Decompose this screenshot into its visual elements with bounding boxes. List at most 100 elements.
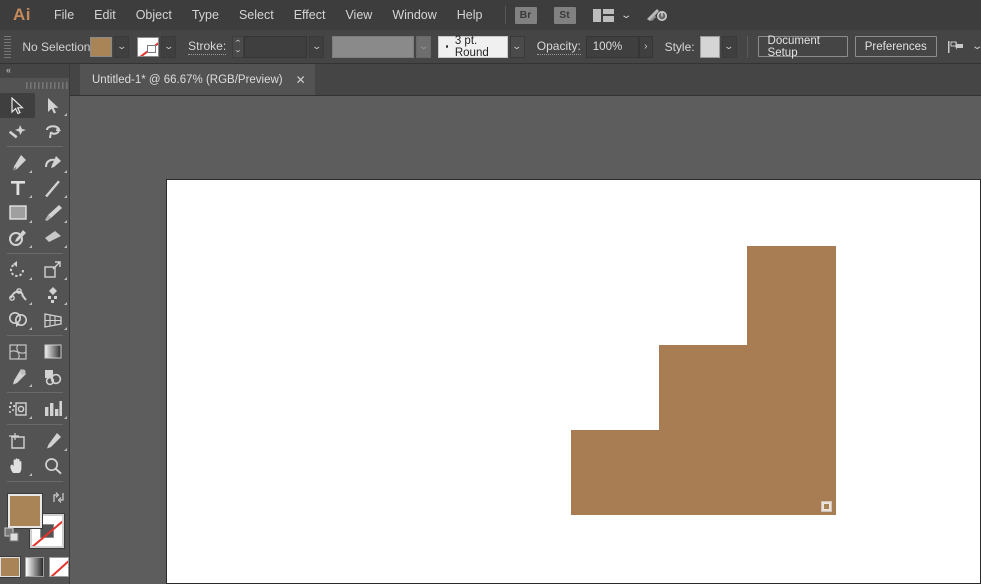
width-tool[interactable] [0, 282, 35, 307]
swap-fill-stroke-icon[interactable] [52, 491, 65, 504]
selection-status: No Selection [22, 39, 91, 54]
mesh-tool[interactable] [0, 339, 35, 364]
menu-view[interactable]: View [335, 0, 382, 30]
paintbrush-tool[interactable] [35, 200, 70, 225]
rocket-power-icon[interactable] [646, 7, 668, 23]
line-segment-tool[interactable] [35, 175, 70, 200]
stroke-weight-chevron-down-icon[interactable]: ⌄ [309, 35, 325, 58]
flyout-corner-icon [29, 195, 32, 198]
menu-bar: Ai File Edit Object Type Select Effect V… [0, 0, 981, 30]
brush-chevron-down-icon[interactable]: ⌄ [509, 35, 525, 58]
flyout-corner-icon [64, 327, 67, 330]
document-tab[interactable]: Untitled-1* @ 66.67% (RGB/Preview) ✕ [80, 64, 315, 95]
tools-panel-header: « [0, 64, 69, 78]
color-mode-button[interactable] [0, 556, 21, 578]
artboard-tool[interactable] [0, 428, 35, 453]
close-icon[interactable]: ✕ [296, 74, 306, 86]
stroke-color-swatch[interactable] [137, 36, 160, 57]
tools-panel: « [0, 64, 70, 584]
flyout-corner-icon [29, 245, 32, 248]
control-bar: No Selection ⌄ ⌄ Stroke: ⌃ ⌄ ⌄ ⌄ 3 pt. R… [0, 30, 981, 64]
align-chevron-down-icon[interactable]: ⌄ [971, 41, 981, 52]
flyout-corner-icon [29, 473, 32, 476]
slice-tool[interactable] [35, 428, 70, 453]
bridge-icon[interactable]: Br [514, 6, 537, 24]
brush-definition-input[interactable]: 3 pt. Round [437, 34, 508, 59]
menu-effect[interactable]: Effect [284, 0, 336, 30]
fill-swatch[interactable] [7, 493, 43, 529]
arrange-documents-icon[interactable] [592, 8, 614, 22]
flyout-corner-icon [64, 195, 67, 198]
eyedropper-tool[interactable] [0, 364, 35, 389]
direct-selection-tool[interactable] [35, 93, 70, 118]
brush-definition-label: 3 pt. Round [454, 34, 489, 59]
lasso-tool[interactable] [35, 118, 70, 143]
curvature-tool[interactable] [35, 150, 70, 175]
symbol-sprayer-tool[interactable] [0, 396, 35, 421]
document-setup-button[interactable]: Document Setup [757, 35, 848, 59]
menu-object[interactable]: Object [126, 0, 182, 30]
hand-tool[interactable] [0, 453, 35, 478]
arrange-chevron-down-icon[interactable]: ⌄ [620, 10, 632, 21]
stock-icon[interactable]: St [553, 6, 576, 24]
style-chevron-down-icon[interactable]: ⌄ [721, 35, 737, 58]
scale-tool[interactable] [35, 257, 70, 282]
menu-type[interactable]: Type [182, 0, 229, 30]
artboard[interactable] [166, 179, 981, 584]
type-tool[interactable] [0, 175, 35, 200]
eraser-tool[interactable] [35, 225, 70, 250]
pen-tool[interactable] [0, 150, 35, 175]
opacity-input[interactable]: 100% [585, 35, 640, 58]
control-bar-grip[interactable] [4, 35, 12, 58]
zoom-tool[interactable] [35, 453, 70, 478]
style-label: Style: [664, 39, 695, 54]
default-fill-stroke-icon[interactable] [4, 527, 20, 543]
tools-grid [0, 93, 70, 485]
stroke-label: Stroke: [188, 38, 227, 55]
rectangle-tool[interactable] [0, 200, 35, 225]
fill-color-swatch[interactable] [90, 36, 113, 57]
blend-tool[interactable] [35, 364, 70, 389]
flyout-corner-icon [64, 277, 67, 280]
opacity-options-icon[interactable]: › [639, 35, 653, 58]
opacity-label: Opacity: [536, 38, 581, 55]
free-transform-tool[interactable] [35, 282, 70, 307]
flyout-corner-icon [29, 170, 32, 173]
menu-help[interactable]: Help [447, 0, 493, 30]
gradient-mode-button[interactable] [24, 557, 45, 577]
column-graph-tool[interactable] [35, 396, 70, 421]
canvas-area[interactable] [70, 96, 981, 584]
stroke-chevron-down-icon[interactable]: ⌄ [161, 35, 177, 58]
document-tab-title: Untitled-1* @ 66.67% (RGB/Preview) [92, 73, 283, 86]
control-divider [746, 35, 748, 58]
menu-window[interactable]: Window [382, 0, 446, 30]
tools-divider [7, 253, 63, 254]
align-to-artboard-icon[interactable] [947, 39, 965, 55]
graphic-style-swatch[interactable] [699, 35, 720, 58]
staircase-path [571, 246, 836, 515]
tools-panel-grip[interactable] [0, 78, 69, 93]
collapse-panel-icon[interactable]: « [6, 65, 11, 75]
fill-chevron-down-icon[interactable]: ⌄ [114, 35, 130, 58]
brush-dot-icon [445, 45, 448, 48]
none-mode-button[interactable] [49, 557, 70, 577]
preferences-button[interactable]: Preferences [854, 36, 937, 57]
shaper-pencil-tool[interactable] [0, 225, 35, 250]
menu-file[interactable]: File [44, 0, 84, 30]
flyout-corner-icon [29, 277, 32, 280]
live-corner-widget[interactable] [821, 501, 832, 512]
selection-tool[interactable] [0, 93, 35, 118]
menu-select[interactable]: Select [229, 0, 284, 30]
stroke-weight-stepper[interactable]: ⌃ ⌄ [232, 35, 244, 58]
document-tab-bar: Untitled-1* @ 66.67% (RGB/Preview) ✕ [70, 64, 981, 96]
flyout-corner-icon [64, 416, 67, 419]
perspective-grid-tool[interactable] [35, 307, 70, 332]
flyout-corner-icon [64, 220, 67, 223]
gradient-tool[interactable] [35, 339, 70, 364]
stroke-weight-input[interactable] [243, 35, 308, 58]
shape-builder-tool[interactable] [0, 307, 35, 332]
flyout-corner-icon [64, 302, 67, 305]
magic-wand-tool[interactable] [0, 118, 35, 143]
menu-edit[interactable]: Edit [84, 0, 126, 30]
rotate-tool[interactable] [0, 257, 35, 282]
